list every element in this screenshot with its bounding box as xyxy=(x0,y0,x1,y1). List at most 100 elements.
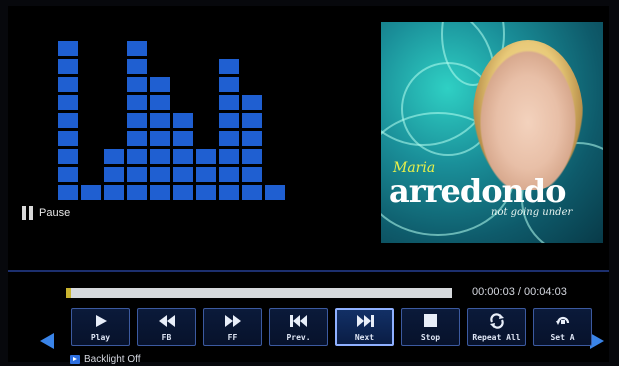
equalizer-block xyxy=(81,185,101,200)
previous-label: Prev. xyxy=(286,332,311,342)
equalizer-block xyxy=(242,167,262,182)
progress-bar[interactable] xyxy=(66,288,452,298)
equalizer-block xyxy=(150,95,170,110)
equalizer-block xyxy=(150,131,170,146)
equalizer-block xyxy=(150,185,170,200)
album-art-portrait xyxy=(473,40,583,190)
equalizer-block xyxy=(265,185,285,200)
next-label: Next xyxy=(354,332,375,342)
equalizer-visualizer xyxy=(58,36,296,200)
equalizer-block xyxy=(104,185,124,200)
previous-button[interactable]: Prev. xyxy=(269,308,328,346)
set-a-button[interactable]: Set A xyxy=(533,308,592,346)
equalizer-block xyxy=(219,167,239,182)
equalizer-block xyxy=(58,131,78,146)
equalizer-block xyxy=(219,95,239,110)
equalizer-block xyxy=(219,149,239,164)
equalizer-block xyxy=(127,167,147,182)
pause-icon xyxy=(22,206,34,220)
equalizer-block xyxy=(58,41,78,56)
play-icon xyxy=(94,313,108,329)
equalizer-bar xyxy=(242,92,262,200)
equalizer-bar xyxy=(81,182,101,200)
equalizer-block xyxy=(150,167,170,182)
play-label: Play xyxy=(90,332,111,342)
equalizer-block xyxy=(173,167,193,182)
equalizer-bar xyxy=(104,146,124,200)
repeat-all-label: Repeat All xyxy=(472,332,521,342)
fast-backward-label: FB xyxy=(161,332,172,342)
equalizer-block xyxy=(196,167,216,182)
album-art: Maria arredondo not going under xyxy=(381,22,603,243)
equalizer-block xyxy=(173,113,193,128)
equalizer-block xyxy=(127,113,147,128)
equalizer-block xyxy=(150,113,170,128)
equalizer-bar xyxy=(173,110,193,200)
equalizer-block xyxy=(58,149,78,164)
equalizer-block xyxy=(196,149,216,164)
album-artist-last-name: arredondo xyxy=(389,172,567,210)
album-title: not going under xyxy=(491,207,573,218)
playback-status-label: Pause xyxy=(39,207,71,219)
equalizer-block xyxy=(242,149,262,164)
playback-status: Pause xyxy=(22,206,70,220)
control-bar: Play FB FF Prev. Next Stop Repeat All Se… xyxy=(71,308,592,346)
backlight-toggle[interactable]: Backlight Off xyxy=(70,354,141,365)
equalizer-block xyxy=(219,113,239,128)
equalizer-block xyxy=(242,185,262,200)
stop-label: Stop xyxy=(420,332,441,342)
equalizer-bar xyxy=(265,182,285,200)
equalizer-bar xyxy=(58,38,78,200)
equalizer-block xyxy=(242,131,262,146)
next-icon xyxy=(355,313,375,329)
equalizer-block xyxy=(127,95,147,110)
total-time: 00:04:03 xyxy=(524,286,567,298)
equalizer-block xyxy=(127,59,147,74)
equalizer-block xyxy=(127,41,147,56)
equalizer-bar xyxy=(127,38,147,200)
repeat-all-button[interactable]: Repeat All xyxy=(467,308,526,346)
fast-backward-button[interactable]: FB xyxy=(137,308,196,346)
equalizer-block xyxy=(58,113,78,128)
equalizer-block xyxy=(127,149,147,164)
stop-icon xyxy=(424,313,437,329)
equalizer-block xyxy=(173,131,193,146)
fast-backward-icon xyxy=(158,313,176,329)
next-button[interactable]: Next xyxy=(335,308,394,346)
set-a-icon xyxy=(555,313,571,329)
equalizer-block xyxy=(219,131,239,146)
backlight-icon xyxy=(70,355,80,364)
equalizer-block xyxy=(127,77,147,92)
equalizer-block xyxy=(58,185,78,200)
equalizer-block xyxy=(219,59,239,74)
play-button[interactable]: Play xyxy=(71,308,130,346)
fast-forward-icon xyxy=(224,313,242,329)
time-separator: / xyxy=(514,286,524,298)
equalizer-block xyxy=(150,77,170,92)
equalizer-block xyxy=(219,77,239,92)
fast-forward-label: FF xyxy=(227,332,238,342)
stop-button[interactable]: Stop xyxy=(401,308,460,346)
equalizer-block xyxy=(242,95,262,110)
equalizer-block xyxy=(58,59,78,74)
equalizer-block xyxy=(58,95,78,110)
equalizer-block xyxy=(104,167,124,182)
fast-forward-button[interactable]: FF xyxy=(203,308,262,346)
scroll-right-icon[interactable] xyxy=(590,333,604,349)
time-display: 00:00:03 / 00:04:03 xyxy=(472,286,567,298)
equalizer-block xyxy=(104,149,124,164)
equalizer-block xyxy=(127,185,147,200)
divider xyxy=(8,270,609,272)
equalizer-block xyxy=(58,167,78,182)
equalizer-block xyxy=(150,149,170,164)
equalizer-block xyxy=(173,185,193,200)
equalizer-block xyxy=(196,185,216,200)
previous-icon xyxy=(289,313,309,329)
elapsed-time: 00:00:03 xyxy=(472,286,515,298)
equalizer-block xyxy=(127,131,147,146)
scroll-left-icon[interactable] xyxy=(40,333,54,349)
backlight-label: Backlight Off xyxy=(84,354,141,365)
equalizer-bar xyxy=(219,56,239,200)
repeat-icon xyxy=(489,312,505,329)
equalizer-block xyxy=(58,77,78,92)
